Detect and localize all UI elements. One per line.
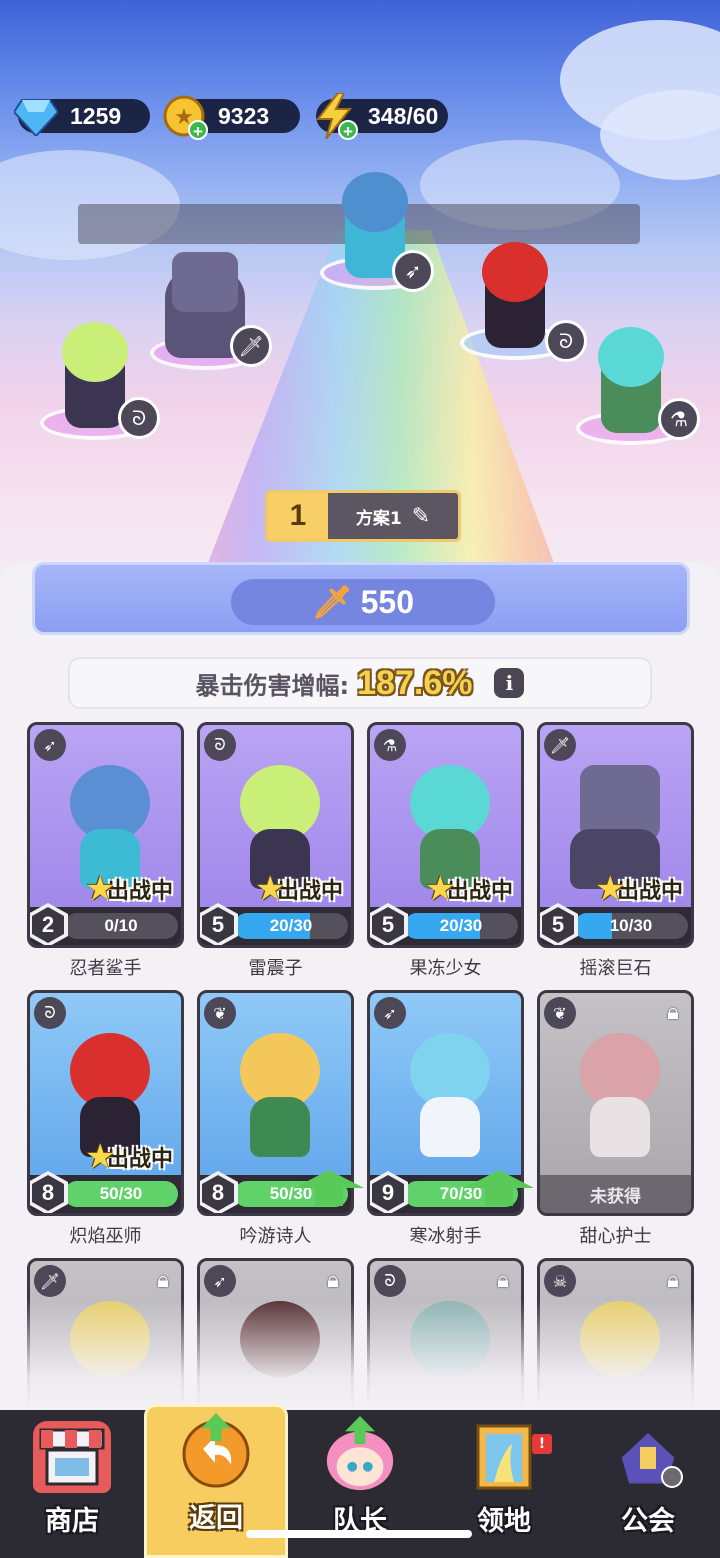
gem-count: 1259: [70, 102, 122, 129]
deployed-badge: 出战中: [85, 1137, 179, 1177]
lightning-icon: +: [310, 92, 358, 141]
hero-name: 摇滚巨石: [579, 958, 652, 979]
staff-icon: ᘐ: [34, 997, 66, 1029]
lock-icon: 🔒︎: [157, 1267, 169, 1293]
hero-name: 吟游诗人: [239, 1226, 312, 1247]
hero-head: [342, 172, 408, 232]
hero-head: [598, 327, 664, 387]
guild-icon: [609, 1421, 687, 1493]
wings-icon: ❦: [544, 997, 576, 1029]
info-icon[interactable]: i: [494, 668, 525, 698]
unobtained-label: 未获得: [540, 1175, 691, 1213]
lock-icon: 🔒︎: [667, 999, 679, 1025]
nav-guild-label: 公会: [621, 1506, 675, 1537]
power-display: 🗡 550: [231, 579, 495, 625]
home-indicator[interactable]: [246, 1530, 472, 1538]
hero-name: 忍者鲨手: [69, 958, 142, 979]
add-energy-icon[interactable]: +: [338, 120, 358, 141]
energy-counter[interactable]: + 348/60: [315, 93, 448, 141]
scroll-fade: [0, 1300, 720, 1410]
deployed-badge: 出战中: [85, 869, 179, 909]
power-bar: 🗡 550: [32, 562, 690, 635]
coin-count: 9323: [218, 102, 270, 129]
lock-icon: 🔒︎: [327, 1267, 339, 1293]
sword-power-icon: 🗡: [311, 584, 353, 620]
sword-icon: 🗡: [34, 1265, 66, 1297]
bow-icon: ➶: [34, 729, 66, 761]
wings-icon: ❦: [204, 997, 236, 1029]
hero-portrait-body: [590, 1097, 650, 1157]
hero-name: 雷震子: [248, 958, 303, 979]
staff-icon: ᘐ: [374, 1265, 406, 1297]
territory-door-icon: [465, 1421, 543, 1493]
shop-icon: [33, 1421, 111, 1493]
gem-icon: [12, 92, 60, 140]
add-coin-icon[interactable]: +: [188, 120, 208, 141]
alert-badge: !: [532, 1434, 552, 1454]
gem-counter[interactable]: 1259: [14, 99, 150, 136]
skull-icon: ☠: [544, 1265, 576, 1297]
nav-back-label: 返回: [189, 1503, 243, 1534]
power-value: 550: [360, 583, 414, 620]
hero-name: 果冻少女: [409, 958, 482, 979]
hero-head: [62, 322, 128, 382]
edit-icon: ✎: [411, 503, 431, 529]
crit-label: 暴击伤害增幅:: [195, 671, 350, 700]
hero-name: 寒冰射手: [409, 1226, 482, 1247]
potion-icon: ⚗: [658, 398, 700, 440]
deployed-badge: 出战中: [255, 869, 349, 909]
deployed-badge: 出战中: [595, 869, 689, 909]
bow-icon: ➶: [392, 250, 434, 292]
hero-portrait-body: [420, 1097, 480, 1157]
nav-shop[interactable]: 商店: [0, 1410, 144, 1558]
crit-value: 187.6%: [357, 663, 473, 702]
crit-bonus-row: 暴击伤害增幅: 187.6% i: [68, 657, 652, 709]
plan-number: 1: [268, 493, 328, 539]
bow-icon: ➶: [374, 997, 406, 1029]
hero-head: [482, 242, 548, 302]
energy-count: 348/60: [368, 102, 439, 129]
nav-guild[interactable]: 公会: [576, 1410, 720, 1558]
coin-counter[interactable]: ★ + 9323: [163, 95, 300, 141]
shard-progress: 50/30: [99, 1184, 143, 1203]
lock-icon: 🔒︎: [497, 1267, 509, 1293]
coin-icon: ★ +: [160, 92, 208, 141]
hero-head: [172, 252, 238, 312]
lock-icon: 🔒︎: [667, 1267, 679, 1293]
nav-shop-label: 商店: [45, 1506, 99, 1537]
hero-name: 炽焰巫师: [69, 1226, 142, 1247]
plan-name-button[interactable]: 方案1 ✎: [328, 493, 458, 539]
shard-progress: 10/30: [609, 916, 653, 935]
shard-progress: 0/10: [104, 916, 138, 935]
plan-selector[interactable]: 1 方案1 ✎: [265, 490, 461, 542]
plan-name: 方案1: [355, 508, 402, 529]
hero-name: 甜心护士: [579, 1226, 652, 1247]
hero-portrait-body: [250, 1097, 310, 1157]
bow-icon: ➶: [204, 1265, 236, 1297]
sword-icon: 🗡: [230, 325, 272, 367]
shard-progress: 20/30: [269, 916, 313, 935]
deployed-badge: 出战中: [425, 869, 519, 909]
battlefield-scene: 1259 ★ + 9323 + 348/60 ➶ 🗡 ᘐ ᘐ ⚗ 1 方案1 ✎: [0, 0, 720, 620]
staff-icon: ᘐ: [204, 729, 236, 761]
potion-icon: ⚗: [374, 729, 406, 761]
nav-territory-label: 领地: [477, 1506, 531, 1537]
sword-icon: 🗡: [544, 729, 576, 761]
staff-icon: ᘐ: [118, 397, 160, 439]
shard-progress: 20/30: [439, 916, 483, 935]
team-panel: 🗡 550 暴击伤害增幅: 187.6% i ➶ 出战中 0/10 2 忍者鲨手: [0, 562, 720, 1484]
